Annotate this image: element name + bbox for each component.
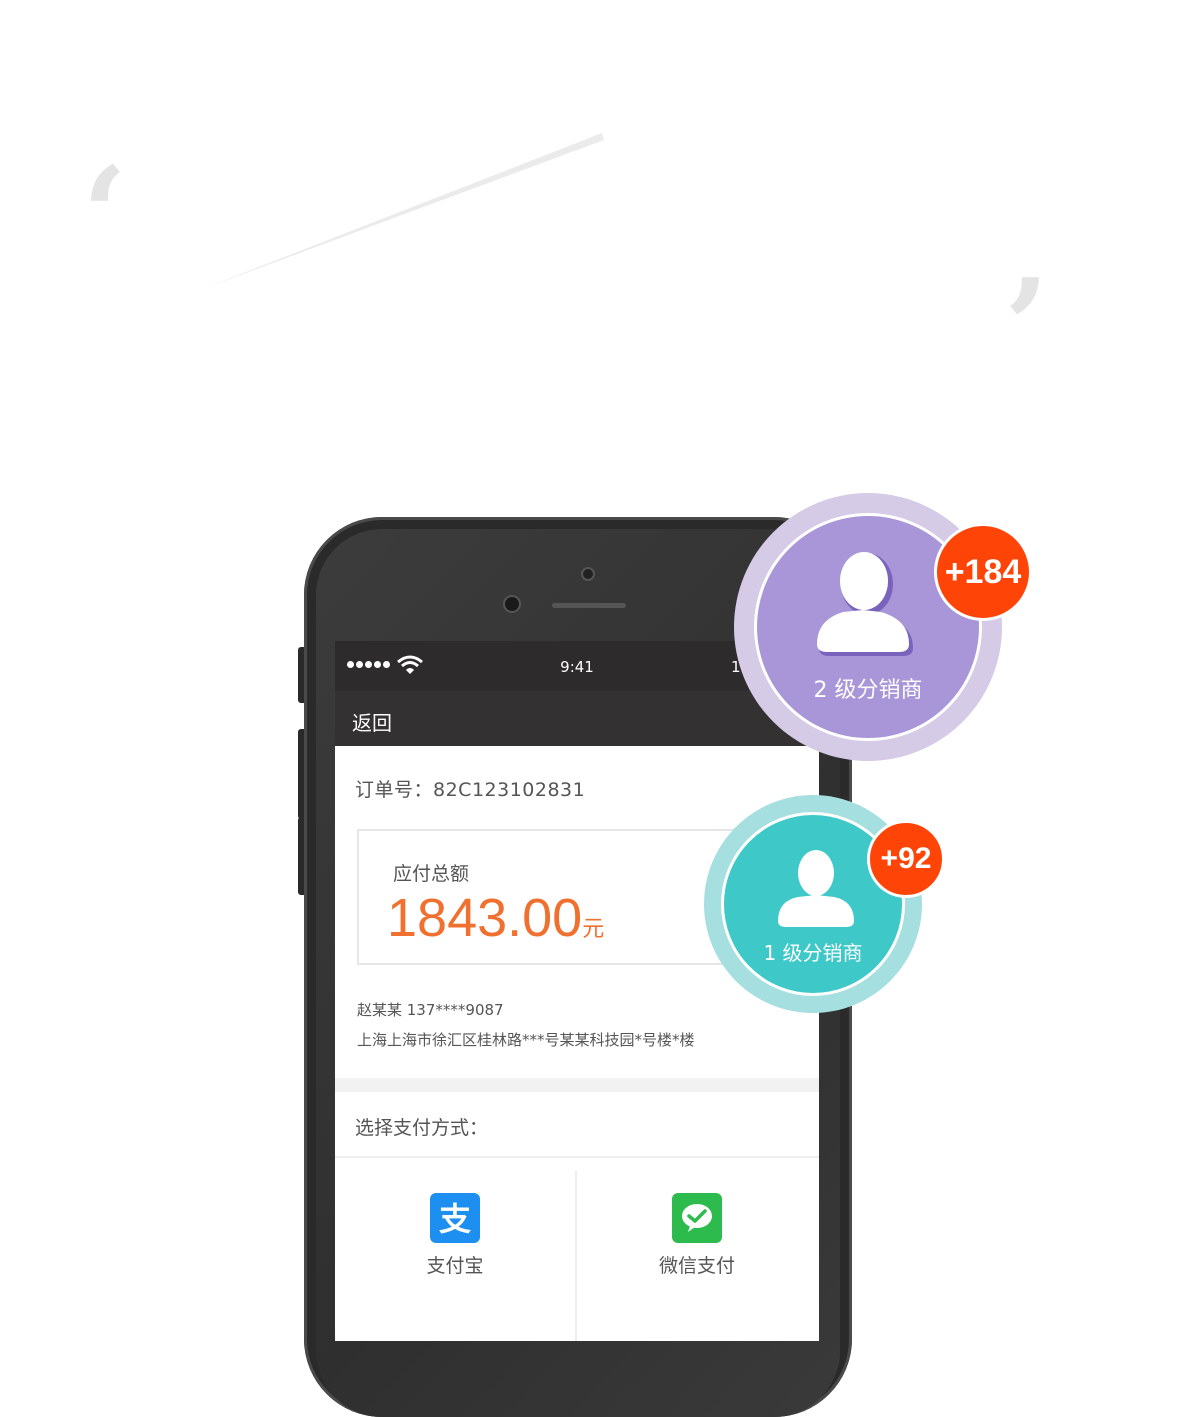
payment-divider xyxy=(335,1156,819,1158)
amount-label: 应付总额 xyxy=(393,863,470,885)
alipay-label: 支付宝 xyxy=(426,1255,484,1277)
user-icon xyxy=(817,552,913,656)
user-icon xyxy=(778,850,854,927)
amount-unit: 元 xyxy=(582,916,605,941)
volume-up-button xyxy=(298,729,304,819)
svg-text:支: 支 xyxy=(439,1200,471,1238)
close-quote-mark: ’ xyxy=(1004,250,1050,403)
payment-method-title: 选择支付方式： xyxy=(355,1117,489,1139)
alipay-icon: 支 xyxy=(430,1193,480,1243)
contact-name-phone: 赵某某 137****9087 xyxy=(357,1001,504,1019)
section-divider xyxy=(335,1078,819,1092)
amount-value: 1843.00元 xyxy=(387,887,604,949)
wechat-pay-icon xyxy=(672,1193,722,1243)
nav-bar: 返回 xyxy=(335,691,819,746)
proximity-sensor xyxy=(583,569,593,579)
distributor-level2-count: +184 xyxy=(934,523,1032,621)
payment-option-wechat[interactable]: 微信支付 xyxy=(577,1193,817,1278)
distributor-level1-count: +92 xyxy=(867,820,945,898)
order-number: 订单号：82C123102831 xyxy=(355,779,586,801)
wechat-pay-label: 微信支付 xyxy=(658,1255,735,1277)
volume-down-button xyxy=(298,817,304,895)
amount-number: 1843.00 xyxy=(387,888,583,948)
back-button[interactable]: 返回 xyxy=(352,707,392,736)
contact-address: 上海上海市徐汇区桂林路***号某某科技园*号楼*楼 xyxy=(357,1031,695,1049)
front-camera xyxy=(505,597,519,611)
mute-switch xyxy=(298,647,304,703)
distributor-level2-label: 2 级分销商 xyxy=(813,678,923,703)
earpiece-speaker xyxy=(552,603,626,608)
payment-option-alipay[interactable]: 支 支付宝 xyxy=(335,1193,575,1278)
distributor-level1-label: 1 级分销商 xyxy=(763,941,863,965)
